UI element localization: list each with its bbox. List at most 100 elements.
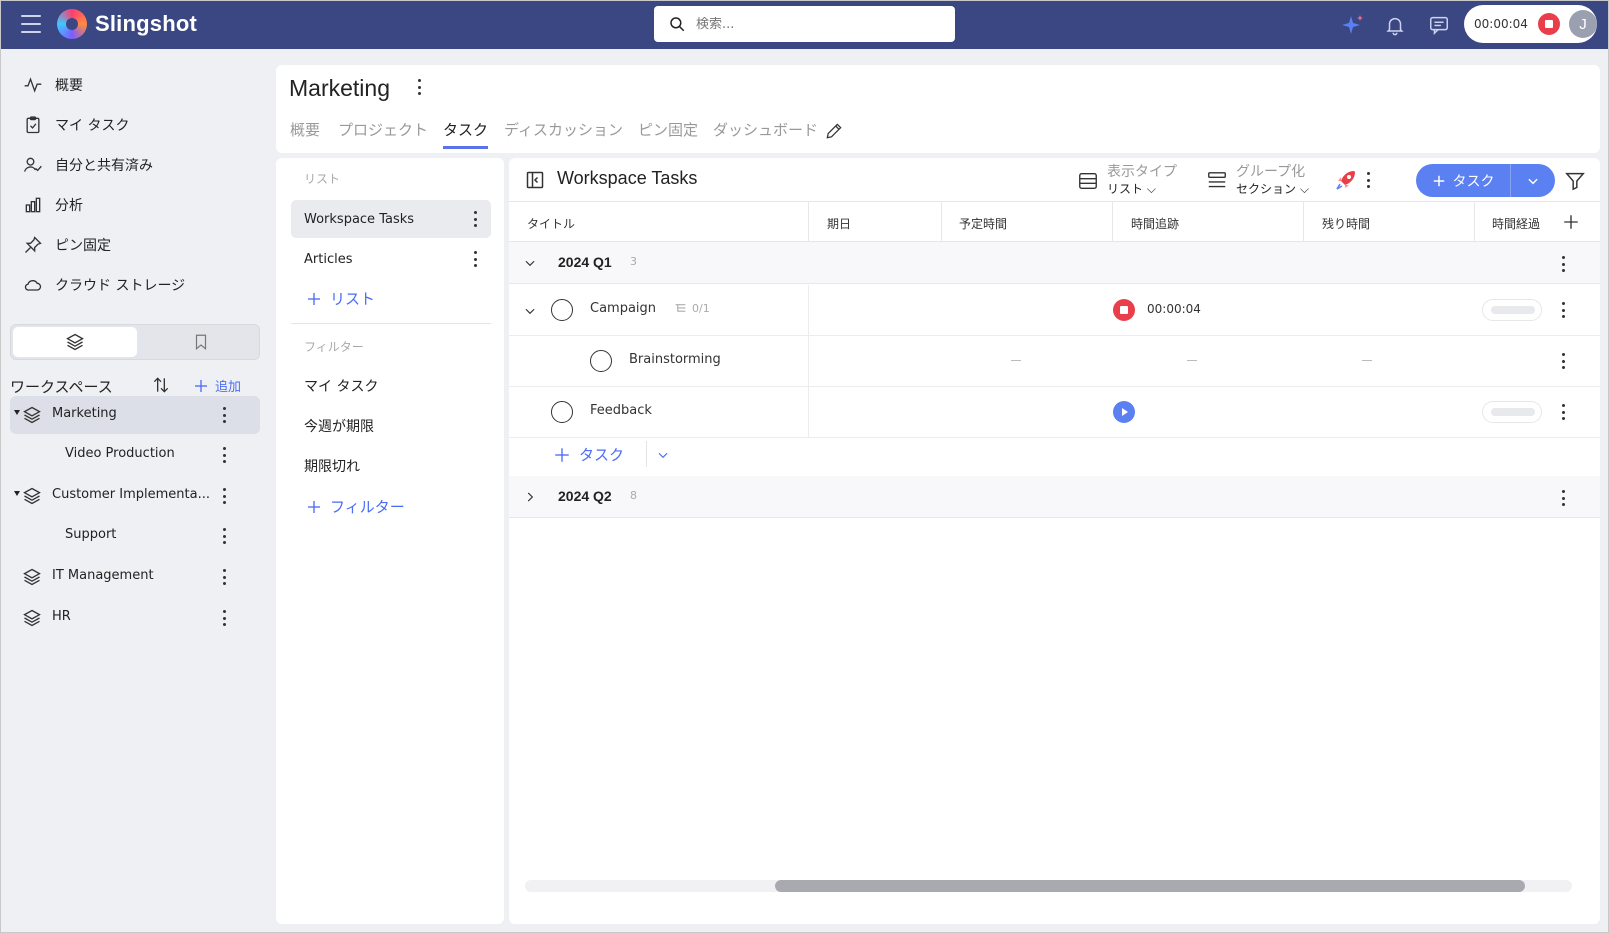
list-item-articles[interactable]: Articles — [291, 240, 491, 278]
more-options-icon[interactable] — [222, 407, 226, 423]
group-by-selector[interactable]: グループ化 セクション ⌵ — [1206, 164, 1309, 198]
new-task-button[interactable]: タスク — [1416, 164, 1510, 197]
workspace-options-icon[interactable] — [417, 79, 421, 95]
column-header-time-tracking[interactable]: 時間追跡 — [1131, 215, 1179, 232]
workspace-item-support[interactable]: Support — [10, 517, 260, 555]
edit-pencil-icon[interactable] — [824, 121, 844, 145]
workspace-item-marketing[interactable]: Marketing — [10, 396, 260, 434]
task-options-icon[interactable] — [1561, 302, 1565, 318]
group-options-icon[interactable] — [1561, 256, 1565, 272]
tab-tasks[interactable]: タスク — [443, 119, 489, 149]
tab-dashboard[interactable]: ダッシュボード — [713, 119, 818, 149]
chevron-right-icon[interactable] — [523, 490, 537, 508]
nav-label: 分析 — [55, 198, 83, 214]
group-by-value: セクション ⌵ — [1236, 182, 1309, 196]
chevron-down-icon[interactable] — [656, 448, 670, 466]
add-filter-label: フィルター — [330, 498, 405, 516]
nav-cloud-storage[interactable]: クラウド ストレージ — [23, 273, 185, 297]
group-row-2024-q1[interactable]: 2024 Q1 3 — [509, 242, 1600, 284]
group-row-2024-q2[interactable]: 2024 Q2 8 — [509, 476, 1600, 518]
start-tracking-button[interactable] — [1113, 401, 1135, 423]
stop-timer-button[interactable] — [1538, 13, 1560, 35]
column-header-remaining-time[interactable]: 残り時間 — [1322, 215, 1370, 232]
column-header-due-date[interactable]: 期日 — [827, 215, 851, 232]
add-list-button[interactable]: リスト — [306, 288, 375, 309]
expand-caret-icon[interactable] — [14, 491, 20, 496]
notification-bell-icon[interactable] — [1383, 13, 1407, 37]
more-options-icon[interactable] — [222, 528, 226, 544]
task-name[interactable]: Campaign — [590, 301, 656, 316]
nav-overview[interactable]: 概要 — [23, 73, 83, 97]
tab-pinned[interactable]: ピン固定 — [638, 119, 698, 149]
task-row-campaign[interactable]: Campaign 0/1 00:00:04 — [509, 285, 1600, 336]
column-header-elapsed[interactable]: 時間経過 — [1492, 215, 1540, 232]
task-options-icon[interactable] — [1561, 404, 1565, 420]
nav-pinned[interactable]: ピン固定 — [23, 233, 111, 257]
task-complete-checkbox[interactable] — [590, 350, 612, 372]
nav-label: 概要 — [55, 78, 83, 94]
add-filter-button[interactable]: フィルター — [306, 496, 405, 517]
collapse-panel-icon[interactable] — [525, 170, 545, 194]
column-divider — [941, 202, 942, 243]
workspace-item-customer-implementation[interactable]: Customer Implementa... — [10, 477, 260, 515]
workspace-item-it-management[interactable]: IT Management — [10, 558, 260, 596]
chat-message-icon[interactable] — [1427, 13, 1451, 37]
group-options-icon[interactable] — [1561, 490, 1565, 506]
task-name[interactable]: Feedback — [590, 403, 652, 418]
tab-discussion[interactable]: ディスカッション — [504, 119, 623, 149]
task-row-brainstorming[interactable]: Brainstorming — [509, 336, 1600, 387]
add-task-button[interactable]: タスク — [553, 444, 624, 465]
column-header-planned-time[interactable]: 予定時間 — [959, 215, 1007, 232]
user-avatar[interactable]: J — [1569, 10, 1597, 38]
more-options-icon[interactable] — [222, 569, 226, 585]
ai-sparkle-icon[interactable] — [1341, 13, 1365, 37]
empty-value-dash — [1187, 360, 1197, 361]
list-item-workspace-tasks[interactable]: Workspace Tasks — [291, 200, 491, 238]
more-options-icon[interactable] — [222, 447, 226, 463]
more-options-icon[interactable] — [222, 488, 226, 504]
nav-my-tasks[interactable]: マイ タスク — [23, 113, 129, 137]
chevron-down-icon[interactable] — [523, 304, 537, 322]
column-header-title[interactable]: タイトル — [527, 215, 575, 232]
stop-tracking-button[interactable] — [1113, 299, 1135, 321]
horizontal-scrollbar[interactable] — [525, 880, 1572, 892]
active-timer[interactable]: 00:00:04 J — [1464, 5, 1597, 43]
tab-overview[interactable]: 概要 — [290, 119, 320, 149]
workspaces-toggle[interactable] — [13, 327, 137, 357]
more-options-icon[interactable] — [473, 211, 477, 227]
nav-analytics[interactable]: 分析 — [23, 193, 83, 217]
subtask-count[interactable]: 0/1 — [674, 302, 710, 315]
workspace-item-video-production[interactable]: Video Production — [10, 436, 260, 474]
task-complete-checkbox[interactable] — [551, 299, 573, 321]
tab-projects[interactable]: プロジェクト — [338, 119, 428, 149]
view-type-selector[interactable]: 表示タイプ リスト ⌵ — [1077, 164, 1177, 198]
add-column-plus-icon[interactable] — [1562, 213, 1580, 235]
more-options-icon[interactable] — [222, 610, 226, 626]
nav-shared-with-me[interactable]: 自分と共有済み — [23, 153, 153, 177]
app-logo[interactable]: Slingshot — [57, 9, 197, 39]
filter-overdue[interactable]: 期限切れ — [304, 456, 360, 476]
chevron-down-icon[interactable] — [523, 256, 537, 274]
task-row-feedback[interactable]: Feedback — [509, 387, 1600, 438]
rocket-icon[interactable] — [1334, 168, 1358, 196]
scrollbar-thumb[interactable] — [775, 880, 1525, 892]
add-workspace-button[interactable]: 追加 — [193, 376, 241, 395]
list-options-icon[interactable] — [1366, 172, 1370, 188]
filter-due-this-week[interactable]: 今週が期限 — [304, 416, 374, 436]
column-divider — [1112, 202, 1113, 243]
empty-value-dash — [1362, 360, 1372, 361]
view-type-label: 表示タイプ — [1107, 164, 1177, 180]
search-box[interactable] — [654, 6, 955, 42]
more-options-icon[interactable] — [473, 251, 477, 267]
task-options-icon[interactable] — [1561, 353, 1565, 369]
task-name[interactable]: Brainstorming — [629, 352, 721, 367]
hamburger-menu-icon[interactable] — [21, 15, 41, 33]
new-task-dropdown[interactable] — [1511, 174, 1555, 188]
search-input[interactable] — [696, 16, 936, 32]
task-complete-checkbox[interactable] — [551, 401, 573, 423]
workspace-item-hr[interactable]: HR — [10, 599, 260, 637]
bookmarks-toggle[interactable] — [139, 327, 263, 357]
expand-caret-icon[interactable] — [14, 410, 20, 415]
filter-my-tasks[interactable]: マイ タスク — [304, 376, 378, 396]
filter-funnel-icon[interactable] — [1564, 170, 1586, 196]
